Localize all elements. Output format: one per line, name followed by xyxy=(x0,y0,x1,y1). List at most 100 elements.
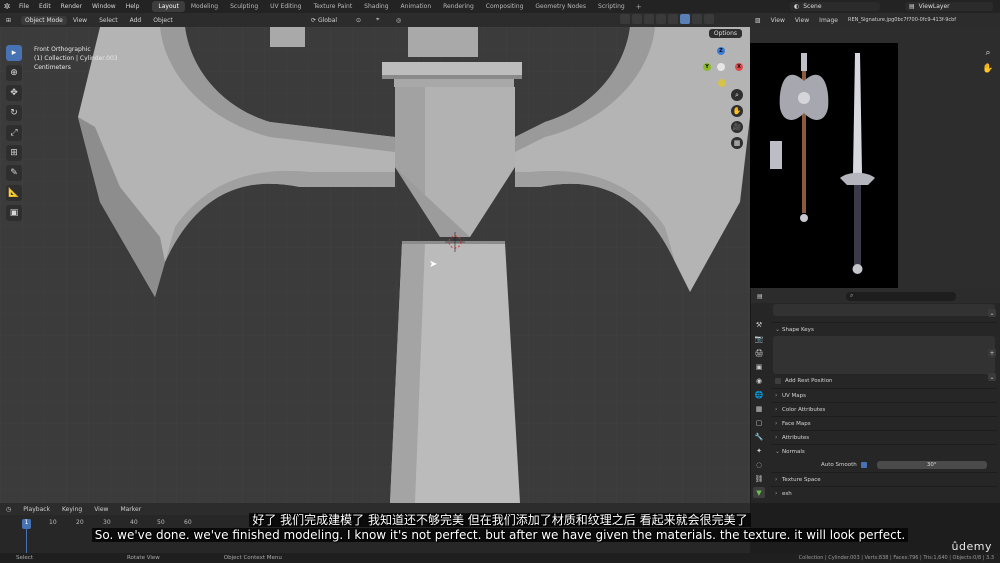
render-tab-icon[interactable]: 📷 xyxy=(753,333,765,344)
properties-type-icon[interactable]: ▤ xyxy=(751,293,769,300)
gizmo-z-axis[interactable]: Z xyxy=(717,47,725,55)
image-editor[interactable]: ⌕ ✋ xyxy=(750,27,1000,289)
camera-view-icon[interactable]: 🎥 xyxy=(731,121,743,133)
mesh-data-tab-icon[interactable]: ▼ xyxy=(753,487,765,498)
menu-help[interactable]: Help xyxy=(121,3,145,10)
image-name-field[interactable]: REN_Signature.jpg0bc7f700-0fc9-413f-9cbf xyxy=(843,17,963,23)
scene-tab-icon[interactable]: ◉ xyxy=(753,375,765,386)
snap-icon[interactable]: ⌖ xyxy=(370,16,385,24)
tab-shading[interactable]: Shading xyxy=(358,1,394,12)
tab-uv-editing[interactable]: UV Editing xyxy=(264,1,307,12)
menu-render[interactable]: Render xyxy=(56,3,87,10)
object-tab-icon[interactable]: ▢ xyxy=(753,417,765,428)
scene-selector[interactable]: ◐ Scene xyxy=(790,2,880,11)
3d-viewport[interactable]: Front Orthographic (1) Collection | Cyli… xyxy=(0,27,750,503)
cursor-tool-icon[interactable]: ⊕ xyxy=(6,65,22,81)
zoom-icon[interactable]: ⌕ xyxy=(731,89,743,101)
blender-logo-icon[interactable]: ✲ xyxy=(0,0,14,13)
gizmo-y-axis[interactable]: Y xyxy=(703,63,711,71)
modifier-tab-icon[interactable]: 🔧 xyxy=(753,431,765,442)
shading-wireframe-icon[interactable] xyxy=(668,14,678,24)
view-layer-selector[interactable]: ▤ ViewLayer xyxy=(905,2,993,11)
select-box-tool-icon[interactable]: ▸ xyxy=(6,45,22,61)
gizmo-toggle-icon[interactable] xyxy=(632,14,642,24)
shading-solid-icon[interactable] xyxy=(680,14,690,24)
options-button[interactable]: Options xyxy=(708,29,742,38)
shading-rendered-icon[interactable] xyxy=(704,14,714,24)
rotate-tool-icon[interactable]: ↻ xyxy=(6,105,22,121)
section-attributes[interactable]: › Attributes xyxy=(771,430,997,444)
transform-orientation-selector[interactable]: ⟳ Global xyxy=(305,17,343,24)
tab-layout[interactable]: Layout xyxy=(152,1,185,12)
section-shape-keys[interactable]: ⌄ Shape Keys xyxy=(771,322,997,336)
shape-key-menu-icon[interactable]: ⌄ xyxy=(988,373,996,381)
constraints-tab-icon[interactable]: ⛓ xyxy=(753,473,765,484)
overlay-toggle-icon[interactable] xyxy=(644,14,654,24)
proportional-edit-icon[interactable]: ◎ xyxy=(390,17,407,24)
gizmo-neg-z-icon[interactable] xyxy=(718,79,726,87)
section-face-maps[interactable]: › Face Maps xyxy=(771,416,997,430)
tab-geometry-nodes[interactable]: Geometry Nodes xyxy=(529,1,592,12)
tab-texture-paint[interactable]: Texture Paint xyxy=(307,1,358,12)
pivot-icon[interactable]: ⊙ xyxy=(350,17,367,24)
menu-file[interactable]: File xyxy=(14,3,34,10)
add-workspace-button[interactable]: + xyxy=(631,3,647,11)
viewport-menu-select[interactable]: Select xyxy=(93,17,124,24)
tab-scripting[interactable]: Scripting xyxy=(592,1,631,12)
image-menu-view-2[interactable]: View xyxy=(790,17,814,24)
collection-tab-icon[interactable]: ▦ xyxy=(753,403,765,414)
physics-tab-icon[interactable]: ◌ xyxy=(753,459,765,470)
xray-toggle-icon[interactable] xyxy=(656,14,666,24)
image-menu-image[interactable]: Image xyxy=(814,17,843,24)
section-color-attributes[interactable]: › Color Attributes xyxy=(771,402,997,416)
viewport-menu-object[interactable]: Object xyxy=(147,17,179,24)
auto-smooth-checkbox[interactable] xyxy=(860,462,867,468)
add-cube-tool-icon[interactable]: ▣ xyxy=(6,205,22,221)
world-tab-icon[interactable]: 🌐 xyxy=(753,389,765,400)
auto-smooth-angle-field[interactable]: 30° xyxy=(876,461,987,469)
move-tool-icon[interactable]: ✥ xyxy=(6,85,22,101)
transform-tool-icon[interactable]: ⊞ xyxy=(6,145,22,161)
add-shape-key-icon[interactable]: + xyxy=(988,349,996,357)
viewport-menu-view[interactable]: View xyxy=(67,17,93,24)
pan-hand-icon[interactable]: ✋ xyxy=(731,105,743,117)
tab-rendering[interactable]: Rendering xyxy=(437,1,480,12)
scale-tool-icon[interactable]: ⤢ xyxy=(6,125,22,141)
section-texture-space[interactable]: › Texture Space xyxy=(771,472,997,486)
image-editor-type-icon[interactable]: ▨ xyxy=(750,17,766,24)
tab-animation[interactable]: Animation xyxy=(395,1,438,12)
editor-type-icon[interactable]: ⊞ xyxy=(0,17,17,24)
annotate-tool-icon[interactable]: ✎ xyxy=(6,165,22,181)
image-pan-hand-icon[interactable]: ✋ xyxy=(982,63,994,75)
particles-tab-icon[interactable]: ✦ xyxy=(753,445,765,456)
viewport-menu-add[interactable]: Add xyxy=(124,17,148,24)
gizmo-x-axis[interactable]: X xyxy=(735,63,743,71)
gizmo-center-icon[interactable] xyxy=(717,63,725,71)
menu-edit[interactable]: Edit xyxy=(34,3,56,10)
measure-tool-icon[interactable]: 📐 xyxy=(6,185,22,201)
section-normals[interactable]: ⌄ Normals xyxy=(771,444,997,458)
tab-sculpting[interactable]: Sculpting xyxy=(224,1,264,12)
section-remesh[interactable]: › esh xyxy=(771,486,997,500)
image-menu-view[interactable]: View xyxy=(766,17,790,24)
viewport-info: Front Orthographic (1) Collection | Cyli… xyxy=(34,45,118,72)
section-uv-maps[interactable]: › UV Maps xyxy=(771,388,997,402)
shading-material-icon[interactable] xyxy=(692,14,702,24)
shape-keys-list[interactable] xyxy=(773,336,995,374)
add-rest-position-row[interactable]: Add Rest Position xyxy=(771,374,997,388)
tab-modeling[interactable]: Modeling xyxy=(185,1,224,12)
image-zoom-icon[interactable]: ⌕ xyxy=(982,47,994,59)
view-layer-tab-icon[interactable]: ▣ xyxy=(753,361,765,372)
output-tab-icon[interactable]: 🖨 xyxy=(753,347,765,358)
scene-statistics: Collection | Cylinder.003 | Verts:838 | … xyxy=(798,555,994,561)
tool-tab-icon[interactable]: ⚒ xyxy=(753,319,765,330)
perspective-toggle-icon[interactable]: ▦ xyxy=(731,137,743,149)
properties-search-input[interactable]: ⌕ xyxy=(846,292,956,301)
add-rest-position-checkbox[interactable] xyxy=(775,378,781,384)
list-scroll-icon[interactable]: ⌄ xyxy=(988,309,996,317)
menu-window[interactable]: Window xyxy=(87,3,121,10)
mode-selector[interactable]: Object Mode xyxy=(21,15,67,25)
vertex-groups-list[interactable] xyxy=(773,304,995,316)
visibility-icon[interactable] xyxy=(620,14,630,24)
tab-compositing[interactable]: Compositing xyxy=(480,1,530,12)
